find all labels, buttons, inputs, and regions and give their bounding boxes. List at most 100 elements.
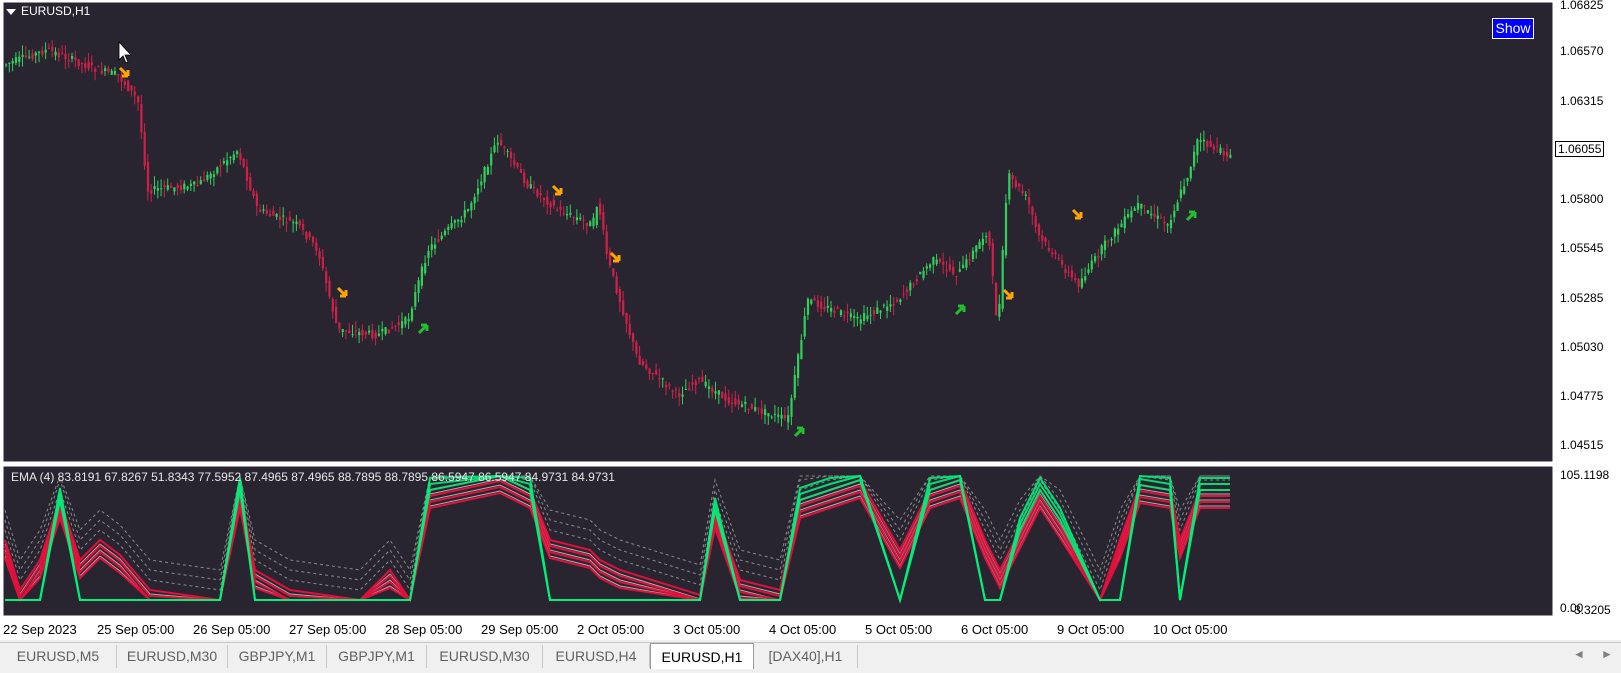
candle-body: [770, 416, 773, 418]
candle-body: [1090, 260, 1093, 270]
candle-body: [335, 306, 338, 323]
candle-body: [123, 81, 126, 85]
candle-body: [1041, 235, 1044, 241]
tab-eurusd-m30-2[interactable]: EURUSD,M30: [427, 645, 543, 668]
candle-body: [420, 266, 423, 286]
candle-body: [404, 317, 407, 325]
candle-body: [87, 62, 90, 69]
candle-body: [490, 153, 493, 166]
candle-body: [638, 355, 641, 365]
candle-body: [381, 328, 384, 332]
dropdown-triangle-icon[interactable]: [6, 8, 16, 15]
candle-body: [90, 62, 93, 65]
time-tick: 5 Oct 05:00: [865, 622, 933, 637]
tab-gbpjpy-m1[interactable]: GBPJPY,M1: [228, 645, 327, 668]
candle-body: [199, 180, 202, 185]
price-tick: 1.04775: [1560, 389, 1604, 403]
candle-body: [315, 242, 318, 251]
candle-body: [110, 70, 113, 75]
tab-dax40-h1[interactable]: [DAX40],H1: [754, 645, 858, 668]
candle-body: [61, 52, 64, 54]
candle-body: [602, 212, 605, 230]
candle-body: [325, 271, 328, 284]
candle-body: [1103, 240, 1107, 250]
candle-body: [549, 202, 552, 208]
candle-body: [1123, 216, 1126, 228]
candle-body: [1176, 202, 1179, 211]
candle-body: [259, 209, 262, 212]
candle-body: [414, 292, 417, 307]
candle-body: [797, 354, 800, 378]
price-tick: 1.06570: [1560, 44, 1604, 58]
tab-eurusd-h1[interactable]: EURUSD,H1: [650, 643, 754, 669]
candle-body: [523, 172, 526, 184]
candle-body: [929, 264, 932, 268]
candle-body: [1150, 213, 1153, 216]
candle-body: [1199, 140, 1202, 142]
candle-body: [1146, 210, 1149, 214]
candle-body: [34, 52, 37, 56]
candle-body: [674, 389, 678, 391]
candle-body: [364, 331, 367, 335]
tab-eurusd-m5[interactable]: EURUSD,M5: [0, 645, 117, 668]
chart-window[interactable]: EURUSD,H1 Show EMA (4) 83.8191 67.8267 5…: [0, 0, 1621, 640]
candle-body: [793, 375, 796, 398]
price-chart[interactable]: [0, 0, 1621, 640]
candle-body: [750, 404, 753, 409]
candle-body: [859, 319, 862, 324]
candle-body: [341, 329, 344, 332]
indicator-min-overlap-label: -3.3205: [1570, 603, 1611, 617]
candle-body: [823, 307, 826, 310]
candle-body: [417, 280, 420, 293]
candle-body: [747, 409, 750, 411]
candle-body: [843, 315, 846, 317]
candle-body: [681, 394, 684, 397]
candle-body: [526, 180, 529, 188]
candle-body: [47, 47, 51, 49]
candle-body: [658, 377, 661, 379]
candle-body: [678, 393, 681, 397]
show-button[interactable]: Show: [1492, 18, 1534, 39]
candle-body: [1163, 222, 1166, 224]
candle-body: [826, 305, 829, 308]
time-tick: 28 Sep 05:00: [385, 622, 463, 637]
candle-body: [569, 212, 572, 215]
tab-scroll-left-icon[interactable]: ◄: [1573, 647, 1585, 661]
candle-body: [968, 259, 971, 261]
candle-body: [866, 315, 869, 320]
candle-body: [707, 386, 711, 390]
candle-body: [991, 243, 994, 277]
price-tick: 1.05030: [1560, 340, 1604, 354]
candle-body: [740, 404, 744, 407]
candle-body: [278, 216, 282, 220]
tab-scroll-right-icon[interactable]: ►: [1601, 647, 1613, 661]
tab-eurusd-m30[interactable]: EURUSD,M30: [117, 645, 228, 668]
candle-body: [308, 232, 311, 238]
candle-body: [460, 219, 463, 223]
candle-body: [1080, 278, 1083, 288]
candle-body: [104, 68, 107, 71]
candle-body: [787, 415, 790, 423]
candle-body: [282, 215, 285, 217]
candle-body: [1008, 173, 1011, 200]
candle-body: [1011, 174, 1014, 180]
candle-body: [1037, 224, 1041, 236]
candle-body: [77, 59, 80, 67]
candle-body: [958, 269, 961, 272]
candle-body: [671, 390, 674, 392]
candle-body: [480, 181, 483, 186]
candle-body: [113, 70, 117, 75]
candle-body: [800, 340, 803, 359]
candle-body: [592, 217, 595, 227]
tab-gbpjpy-m1-2[interactable]: GBPJPY,M1: [327, 645, 427, 668]
tab-eurusd-h4[interactable]: EURUSD,H4: [543, 645, 650, 668]
candle-body: [922, 270, 925, 279]
candle-body: [1054, 252, 1057, 255]
candle-body: [193, 181, 196, 185]
symbol-label[interactable]: EURUSD,H1: [6, 4, 90, 18]
candle-body: [1140, 203, 1143, 209]
candle-body: [245, 166, 249, 181]
candle-body: [1097, 256, 1100, 258]
candle-body: [1226, 151, 1229, 157]
candle-body: [331, 299, 334, 312]
